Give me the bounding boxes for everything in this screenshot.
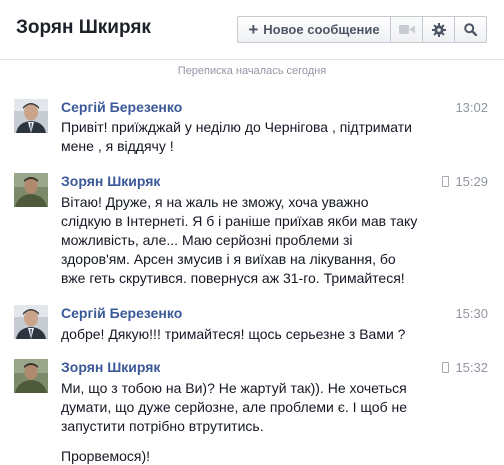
message-text: Ми, що з тобою на Ви)? Не жартуй так)). … bbox=[61, 379, 471, 436]
sender-name[interactable]: Сергій Березенко bbox=[61, 305, 182, 321]
settings-button[interactable] bbox=[422, 16, 455, 43]
message-line: вже геть скрутився. повернуся аж 31-го. … bbox=[61, 270, 405, 286]
conversation-start-label: Переписка началась сегодня bbox=[177, 65, 327, 77]
sender-name[interactable]: Зорян Шкиряк bbox=[61, 359, 160, 375]
conversation-header: Зорян Шкиряк + Новое сообщение bbox=[0, 0, 504, 58]
conversation-title: Зорян Шкиряк bbox=[16, 17, 151, 38]
new-message-button[interactable]: + Новое сообщение bbox=[237, 16, 391, 43]
message-timestamp: 15:29 bbox=[455, 174, 488, 189]
message-text: Привіт! приїжджай у неділю до Чернігова … bbox=[61, 118, 471, 156]
message-line: Ми, що з тобою на Ви)? Не жартуй так)). … bbox=[61, 380, 407, 396]
mobile-phone-icon bbox=[442, 176, 449, 187]
message-line: запустити потрібно втрутитись. bbox=[61, 418, 264, 434]
message-text: добре! Дякую!!! тримайтеся! щось серьезн… bbox=[61, 325, 471, 344]
message-line: добре! Дякую!!! тримайтеся! щось серьезн… bbox=[61, 326, 406, 342]
message-text: Вітаю! Друже, я на жаль не зможу, хоча у… bbox=[61, 193, 471, 288]
avatar[interactable] bbox=[14, 173, 48, 207]
header-divider bbox=[0, 59, 504, 60]
message-line: можливість, але... Маю серйозні проблеми… bbox=[61, 232, 353, 248]
sender-name[interactable]: Зорян Шкиряк bbox=[61, 173, 160, 189]
message-line: Привіт! приїжджай у неділю до Чернігова … bbox=[61, 119, 412, 135]
message-line: мене , я віддячу ! bbox=[61, 138, 174, 154]
message-line: слідкую в Інтернеті. Я б і раніше приїха… bbox=[61, 213, 418, 229]
search-icon bbox=[464, 23, 477, 36]
message-line: Вітаю! Друже, я на жаль не зможу, хоча у… bbox=[61, 194, 369, 210]
message-line: думати, що дуже серйозне, але проблеми є… bbox=[61, 399, 408, 415]
search-button[interactable] bbox=[454, 16, 487, 43]
mobile-phone-icon bbox=[442, 362, 449, 373]
header-toolbar: + Новое сообщение bbox=[237, 16, 487, 43]
message-text: Прорвемося)! bbox=[61, 447, 471, 465]
avatar[interactable] bbox=[14, 99, 48, 133]
message-line: Прорвемося)! bbox=[61, 448, 151, 464]
message-timestamp: 15:32 bbox=[455, 360, 488, 375]
video-camera-icon bbox=[398, 25, 415, 34]
new-message-label: Новое сообщение bbox=[263, 22, 380, 37]
video-call-button[interactable] bbox=[390, 16, 423, 43]
avatar[interactable] bbox=[14, 359, 48, 393]
plus-icon: + bbox=[248, 20, 259, 39]
sender-name[interactable]: Сергій Березенко bbox=[61, 99, 182, 115]
message-line: здоров'ям. Арсен змусив і я виїхав на лі… bbox=[61, 251, 396, 267]
message-timestamp: 15:30 bbox=[455, 306, 488, 321]
avatar[interactable] bbox=[14, 305, 48, 339]
gear-icon bbox=[431, 22, 446, 37]
message-timestamp: 13:02 bbox=[455, 100, 488, 115]
